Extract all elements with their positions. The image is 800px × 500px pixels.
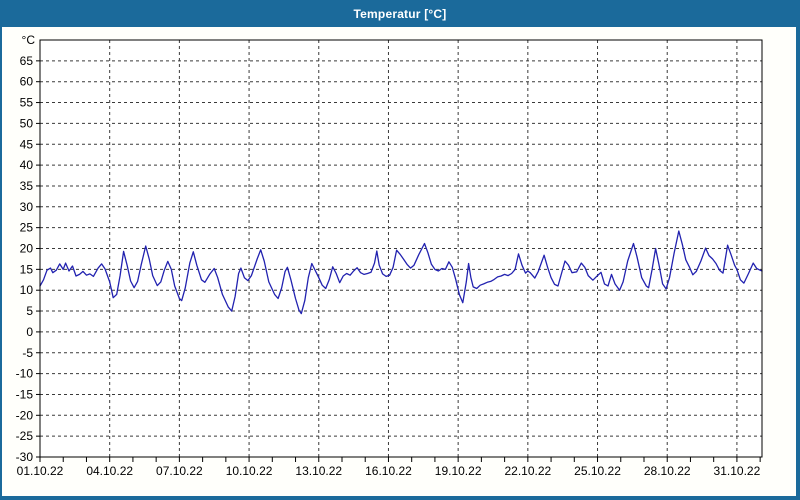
y-tick-label: 45: [20, 137, 34, 151]
y-tick-label: 0: [26, 325, 33, 339]
y-tick-label: -25: [16, 429, 34, 443]
y-tick-label: 40: [20, 158, 34, 172]
y-tick-label: 15: [20, 262, 34, 276]
y-tick-label: 25: [20, 221, 34, 235]
x-tick-label: 07.10.22: [156, 464, 203, 478]
y-tick-label: -5: [22, 346, 33, 360]
x-tick-label: 13.10.22: [295, 464, 342, 478]
y-tick-label: 35: [20, 179, 34, 193]
y-tick-label: -10: [16, 367, 34, 381]
y-tick-label: -15: [16, 387, 34, 401]
x-tick-label: 19.10.22: [435, 464, 482, 478]
x-tick-labels: 01.10.22 04.10.22 07.10.22 10.10.22 13.10.22…: [17, 464, 761, 478]
x-tick-label: 25.10.22: [574, 464, 621, 478]
x-tick-label: 16.10.22: [365, 464, 412, 478]
y-tick-label: 50: [20, 116, 34, 130]
y-tick-label: 55: [20, 96, 34, 110]
x-tick-label: 10.10.22: [226, 464, 273, 478]
y-tick-label: 5: [26, 304, 33, 318]
y-tick-label: -30: [16, 450, 34, 464]
y-tick-label: 60: [20, 75, 34, 89]
x-tick-label: 01.10.22: [17, 464, 64, 478]
y-tick-label: -20: [16, 408, 34, 422]
temperature-line-chart: 65605550454035302520151050-5-10-15-20-25…: [16, 33, 763, 478]
x-tick-label: 04.10.22: [86, 464, 133, 478]
y-axis-unit-label: °C: [22, 33, 36, 47]
x-tick-label: 22.10.22: [504, 464, 551, 478]
y-tick-label: 20: [20, 242, 34, 256]
gridlines: [40, 40, 762, 457]
y-tick-label: 65: [20, 54, 34, 68]
y-tick-labels: 65605550454035302520151050-5-10-15-20-25…: [16, 33, 36, 464]
app-window: Temperatur [°C] 65 60 55 50 45 40 35 30 25 20 15 10…: [0, 0, 800, 500]
y-tick-label: 10: [20, 283, 34, 297]
x-tick-label: 28.10.22: [644, 464, 691, 478]
x-tick-label: 31.10.22: [714, 464, 761, 478]
y-tick-label: 30: [20, 200, 34, 214]
